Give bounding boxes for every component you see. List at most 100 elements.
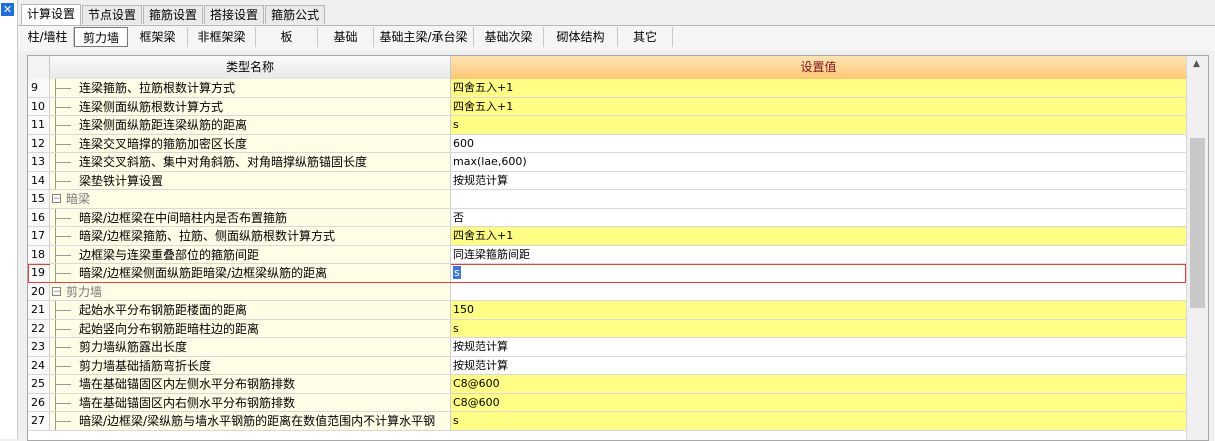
table-row[interactable]: 10 连梁侧面纵筋根数计算方式 四舍五入+1 [28, 97, 1186, 116]
setting-value-cell[interactable]: 600 [451, 134, 1186, 152]
type-name-cell: 剪力墙基础插筋弯折长度 [50, 356, 451, 374]
sub-tab-8[interactable]: 砌体结构 [544, 27, 618, 47]
setting-value-cell[interactable]: s [451, 116, 1186, 134]
row-number: 15 [28, 190, 50, 208]
type-name-label: 暗梁/边框梁在中间暗柱内是否布置箍筋 [79, 210, 288, 225]
table-row[interactable]: 17 暗梁/边框梁箍筋、拉筋、侧面纵筋根数计算方式 四舍五入+1 [28, 227, 1186, 246]
tree-branch [55, 384, 71, 385]
setting-value-cell[interactable]: 150 [451, 301, 1186, 319]
setting-value-cell[interactable]: 按规范计算 [451, 338, 1186, 356]
type-name-cell: 暗梁/边框梁侧面纵筋距暗梁/边框梁纵筋的距离 [50, 264, 451, 282]
setting-value-cell[interactable] [451, 190, 1186, 208]
setting-value-cell[interactable]: 四舍五入+1 [451, 97, 1186, 115]
tree-branch [55, 180, 71, 182]
row-number: 26 [28, 393, 50, 411]
sub-tab-1[interactable]: 剪力墙 [74, 27, 128, 47]
grid-rows: 9 连梁箍筋、拉筋根数计算方式 四舍五入+1 10 连梁侧面纵筋根数计算方式 四舍五入+1… [28, 79, 1186, 431]
sub-tab-7[interactable]: 基础次梁 [474, 27, 544, 47]
main-tab-1[interactable]: 节点设置 [82, 5, 143, 24]
type-name-cell: 连梁交叉暗撑的箍筋加密区长度 [50, 134, 451, 152]
setting-value-header: 设置值 [451, 56, 1186, 79]
tree-branch [55, 88, 71, 89]
setting-value-cell[interactable]: 按规范计算 [451, 356, 1186, 374]
type-name-cell: 连梁侧面纵筋距连梁纵筋的距离 [50, 116, 451, 134]
row-number: 21 [28, 301, 50, 319]
type-name-label: 连梁交叉暗撑的箍筋加密区长度 [79, 136, 248, 151]
tree-branch [55, 143, 71, 145]
table-row[interactable]: 25 墙在基础锚固区内左侧水平分布钢筋排数 C8@600 [28, 375, 1186, 394]
setting-value-cell[interactable]: 同连梁箍筋间距 [451, 245, 1186, 263]
setting-value-cell[interactable]: 四舍五入+1 [451, 79, 1186, 97]
table-row[interactable]: 18 边框梁与连梁重叠部位的箍筋间距 同连梁箍筋间距 [28, 245, 1186, 264]
vertical-scrollbar[interactable]: ▲ [1186, 56, 1208, 440]
type-name-cell: 连梁交叉斜筋、集中对角斜筋、对角暗撑纵筋锚固长度 [50, 153, 451, 171]
type-name-label: 暗梁/边框梁/梁纵筋与墙水平钢筋的距离在数值范围内不计算水平钢 [79, 414, 436, 428]
sub-tab-2[interactable]: 框架梁 [128, 27, 188, 47]
setting-value-cell[interactable]: s [451, 319, 1186, 337]
table-row[interactable]: 24 剪力墙基础插筋弯折长度 按规范计算 [28, 356, 1186, 375]
main-tab-2[interactable]: 箍筋设置 [143, 5, 204, 24]
row-number: 16 [28, 208, 50, 226]
table-row[interactable]: 23 剪力墙纵筋露出长度 按规范计算 [28, 338, 1186, 357]
type-name-label: 暗梁 [66, 192, 91, 206]
table-row[interactable]: 26 墙在基础锚固区内右侧水平分布钢筋排数 C8@600 [28, 393, 1186, 412]
table-row[interactable]: 11 连梁侧面纵筋距连梁纵筋的距离 s [28, 116, 1186, 135]
setting-value-cell[interactable]: 四舍五入+1 [451, 227, 1186, 245]
table-row[interactable]: 14 梁垫铁计算设置 按规范计算 [28, 171, 1186, 190]
type-name-cell: − 暗梁 [50, 190, 451, 208]
tree-branch [55, 421, 71, 422]
setting-value-cell[interactable]: s [451, 412, 1186, 430]
table-row[interactable]: 16 暗梁/边框梁在中间暗柱内是否布置箍筋 否 [28, 208, 1186, 227]
type-name-cell: 暗梁/边框梁箍筋、拉筋、侧面纵筋根数计算方式 [50, 227, 451, 245]
setting-value-cell[interactable]: 按规范计算 [451, 171, 1186, 189]
tree-branch [55, 106, 71, 108]
sub-tab-3[interactable]: 非框架梁 [188, 27, 256, 47]
value-editor[interactable]: s [453, 266, 461, 279]
tree-branch [55, 365, 71, 367]
type-name-cell: 暗梁/边框梁在中间暗柱内是否布置箍筋 [50, 208, 451, 226]
table-row[interactable]: 12 连梁交叉暗撑的箍筋加密区长度 600 [28, 134, 1186, 153]
type-name-label: 墙在基础锚固区内右侧水平分布钢筋排数 [79, 395, 296, 410]
row-number: 24 [28, 356, 50, 374]
tree-branch [55, 328, 71, 330]
setting-value-cell[interactable] [451, 282, 1186, 300]
grid-header: 类型名称 设置值 [28, 56, 1186, 79]
main-tab-0[interactable]: 计算设置 [21, 4, 82, 25]
group-row[interactable]: 20− 剪力墙 [28, 282, 1186, 301]
type-name-label: 墙在基础锚固区内左侧水平分布钢筋排数 [79, 377, 296, 391]
table-row[interactable]: 22 起始竖向分布钢筋距暗柱边的距离 s [28, 319, 1186, 338]
type-name-cell: 墙在基础锚固区内右侧水平分布钢筋排数 [50, 393, 451, 411]
sub-tab-4[interactable]: 板 [256, 27, 318, 47]
row-number: 27 [28, 412, 50, 430]
table-row[interactable]: 21 起始水平分布钢筋距楼面的距离 150 [28, 301, 1186, 320]
setting-value-cell[interactable]: max(lae,600) [451, 153, 1186, 171]
scrollbar-thumb[interactable] [1190, 138, 1205, 308]
setting-value-cell[interactable]: C8@600 [451, 375, 1186, 393]
tree-branch [55, 402, 71, 404]
group-row[interactable]: 15− 暗梁 [28, 190, 1186, 209]
minus-icon[interactable]: − [52, 286, 61, 296]
tree-branch [55, 236, 71, 237]
table-row[interactable]: 19 暗梁/边框梁侧面纵筋距暗梁/边框梁纵筋的距离 s [28, 264, 1186, 283]
table-row[interactable]: 13 连梁交叉斜筋、集中对角斜筋、对角暗撑纵筋锚固长度 max(lae,600) [28, 153, 1186, 172]
left-panel-strip: ✕ [0, 0, 18, 439]
setting-value-cell[interactable]: 否 [451, 208, 1186, 226]
sub-tab-0[interactable]: 柱/墙柱 [22, 27, 74, 47]
setting-value-cell[interactable]: C8@600 [451, 393, 1186, 411]
minus-icon[interactable]: − [52, 194, 61, 204]
type-name-label: 连梁交叉斜筋、集中对角斜筋、对角暗撑纵筋锚固长度 [79, 155, 368, 169]
sub-tab-6[interactable]: 基础主梁/承台梁 [374, 27, 474, 47]
table-row[interactable]: 9 连梁箍筋、拉筋根数计算方式 四舍五入+1 [28, 79, 1186, 98]
row-number: 11 [28, 116, 50, 134]
main-tab-3[interactable]: 搭接设置 [204, 5, 265, 24]
tree-branch [55, 217, 71, 219]
main-tab-4[interactable]: 箍筋公式 [265, 5, 326, 24]
table-row[interactable]: 27 暗梁/边框梁/梁纵筋与墙水平钢筋的距离在数值范围内不计算水平钢 s [28, 412, 1186, 431]
type-name-header: 类型名称 [50, 56, 451, 79]
close-icon[interactable]: ✕ [1, 3, 14, 16]
type-name-cell: 连梁箍筋、拉筋根数计算方式 [50, 79, 451, 97]
sub-tab-5[interactable]: 基础 [318, 27, 374, 47]
sub-tab-9[interactable]: 其它 [618, 27, 673, 47]
chevron-up-icon[interactable]: ▲ [1193, 59, 1200, 69]
setting-value-cell[interactable]: s [451, 264, 1186, 282]
